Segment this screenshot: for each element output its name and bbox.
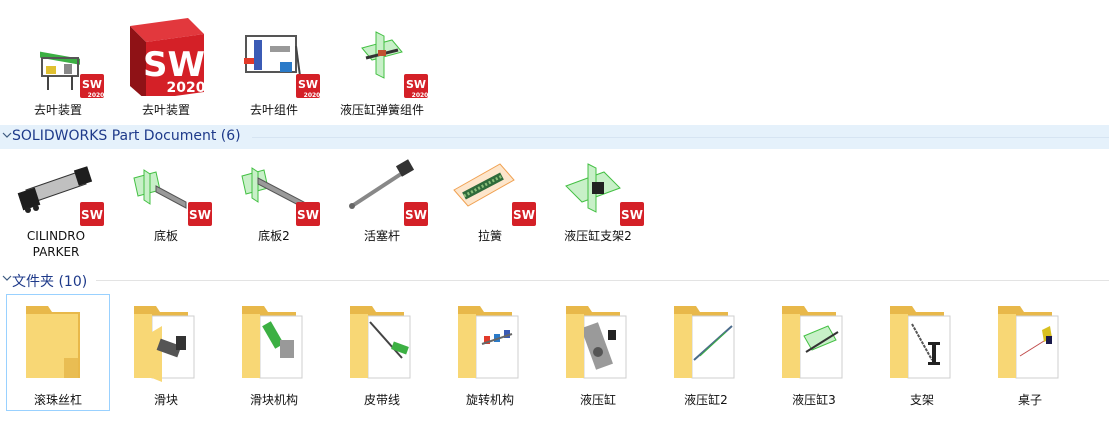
file-item-assembly[interactable]: SW 2020 去叶组件 [224, 6, 324, 121]
logo-year: 2020 [167, 80, 206, 96]
folder-item[interactable]: 皮带线 [332, 296, 432, 410]
group-divider [96, 280, 1109, 281]
folder-label: 皮带线 [363, 393, 400, 407]
badge-letters: SW [513, 208, 535, 222]
cylinder-part-thumbnail [17, 166, 93, 213]
group-divider [252, 137, 1109, 138]
file-label: 底板2 [258, 229, 290, 243]
solidworks-badge-icon: SW [296, 202, 320, 226]
folder-item[interactable]: 液压缸3 [764, 296, 864, 410]
file-item-part[interactable]: SW 活塞杆 [332, 150, 432, 260]
file-label: 去叶装置 [141, 103, 190, 117]
base-plate-thumbnail [133, 169, 187, 209]
group-title: SOLIDWORKS Part Document (6) [12, 128, 241, 144]
badge-letters: SW [406, 78, 426, 91]
file-label: 活塞杆 [363, 229, 400, 243]
file-label: 液压缸弹簧组件 [339, 103, 424, 117]
badge-letters: SW [405, 208, 427, 222]
chevron-down-icon[interactable] [2, 273, 12, 283]
cylinder-bracket-thumbnail [565, 163, 621, 213]
badge-letters: SW [189, 208, 211, 222]
solidworks-2020-logo-icon: SW 2020 [130, 18, 206, 96]
logo-letters: SW [143, 45, 205, 85]
folder-icon [998, 306, 1059, 379]
file-label: CILINDRO PARKER [26, 229, 86, 259]
folder-item[interactable]: 滚珠丝杠 [8, 296, 108, 410]
solidworks-badge-icon: SW [80, 202, 104, 226]
file-item-part[interactable]: SW 底板 [116, 150, 216, 260]
tension-spring-thumbnail [453, 163, 515, 207]
file-label: 底板 [153, 229, 178, 243]
file-item-assembly[interactable]: SW 2020 液压缸弹簧组件 [332, 6, 432, 121]
group-header-folders[interactable]: 文件夹 (10) [0, 268, 1109, 292]
folder-item[interactable]: 液压缸 [548, 296, 648, 410]
folder-icon [242, 306, 303, 379]
folder-label: 液压缸2 [684, 393, 728, 407]
file-item-assembly[interactable]: SW 2020 去叶装置 [116, 6, 216, 121]
chevron-down-icon[interactable] [2, 130, 12, 140]
solidworks-badge-icon: SW 2020 [80, 74, 104, 98]
badge-letters: SW [297, 208, 319, 222]
badge-letters: SW [298, 78, 318, 91]
folder-icon [458, 306, 519, 379]
folder-icon [350, 306, 411, 379]
solidworks-badge-icon: SW 2020 [404, 74, 428, 98]
file-label: 去叶组件 [249, 103, 298, 117]
file-label: 液压缸支架2 [564, 229, 632, 243]
folder-item[interactable]: 滑块机构 [224, 296, 324, 410]
file-label: 去叶装置 [33, 103, 82, 117]
group-title: 文件夹 (10) [12, 274, 88, 290]
folder-item[interactable]: 液压缸2 [656, 296, 756, 410]
badge-letters: SW [82, 78, 102, 91]
solidworks-badge-icon: SW [404, 202, 428, 226]
folder-label: 桌子 [1017, 393, 1042, 407]
file-item-part[interactable]: SW 底板2 [224, 150, 324, 260]
badge-year: 2020 [304, 92, 320, 98]
folder-item[interactable]: 滑块 [116, 296, 216, 410]
folder-icon [566, 306, 627, 379]
base-plate-2-thumbnail [241, 167, 305, 209]
folder-label: 旋转机构 [465, 393, 514, 407]
file-item-part[interactable]: SW 液压缸支架2 [548, 150, 648, 260]
folder-icon [674, 306, 735, 379]
piston-rod-thumbnail [349, 159, 415, 209]
solidworks-badge-icon: SW [188, 202, 212, 226]
folder-label: 液压缸3 [792, 393, 836, 407]
folder-item[interactable]: 旋转机构 [440, 296, 540, 410]
badge-letters: SW [621, 208, 643, 222]
badge-year: 2020 [88, 92, 104, 98]
file-item-part[interactable]: SW CILINDRO PARKER [6, 150, 106, 260]
file-item-part[interactable]: SW 拉簧 [440, 150, 540, 260]
badge-letters: SW [81, 208, 103, 222]
file-item-assembly[interactable]: SW 2020 去叶装置 [8, 6, 108, 121]
folder-icon [782, 306, 843, 379]
folder-label: 支架 [909, 393, 934, 407]
folder-icon [890, 306, 951, 379]
file-label: 拉簧 [477, 229, 502, 243]
folder-label: 液压缸 [579, 393, 616, 407]
folder-item[interactable]: 桌子 [980, 296, 1080, 410]
folder-label: 滑块 [153, 393, 178, 407]
folder-label: 滚珠丝杠 [33, 393, 82, 407]
folder-icon [134, 306, 195, 382]
badge-year: 2020 [412, 92, 428, 98]
solidworks-badge-icon: SW 2020 [296, 74, 320, 98]
folder-icon [26, 306, 80, 378]
folder-label: 滑块机构 [249, 393, 298, 407]
group-header-part-documents[interactable]: SOLIDWORKS Part Document (6) [0, 125, 1109, 149]
solidworks-badge-icon: SW [512, 202, 536, 226]
folder-item[interactable]: 支架 [872, 296, 972, 410]
solidworks-badge-icon: SW [620, 202, 644, 226]
